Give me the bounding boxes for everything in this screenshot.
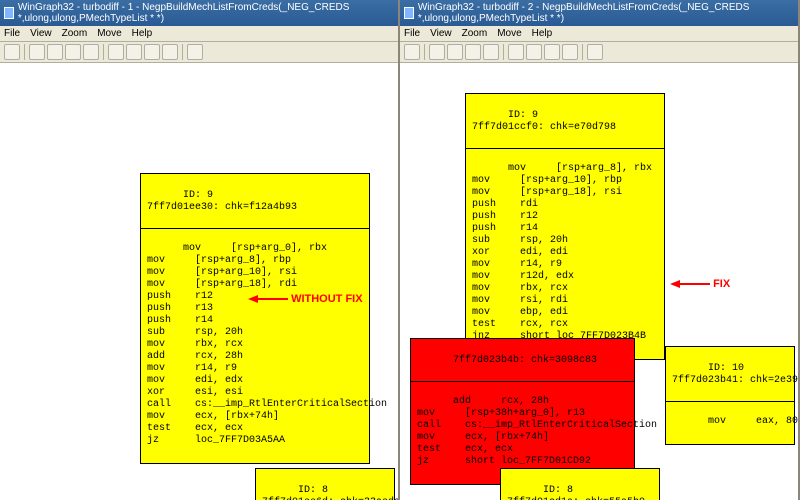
node-header: ID: 10 7ff7d023b41: chk=2e39040	[672, 363, 798, 386]
node-header: ID: 9 7ff7d01ccf0: chk=e70d798	[472, 110, 616, 133]
node-header: ID: 9 7ff7d01ee30: chk=f12a4b93	[147, 190, 297, 213]
annotation-fix: FIX	[670, 278, 730, 290]
tool-fit-icon[interactable]	[465, 44, 481, 60]
tool-print-icon[interactable]	[187, 44, 203, 60]
right-toolbar[interactable]	[400, 42, 798, 63]
arrow-left-icon	[248, 295, 258, 303]
node-id9[interactable]: ID: 9 7ff7d01ccf0: chk=e70d798 mov [rsp+…	[465, 93, 665, 360]
left-canvas[interactable]: ID: 9 7ff7d01ee30: chk=f12a4b93 mov [rsp…	[0, 63, 398, 500]
toolbar-divider	[103, 44, 104, 60]
tool-100-icon[interactable]	[483, 44, 499, 60]
tool-up-icon[interactable]	[544, 44, 560, 60]
tool-zoomin-icon[interactable]	[429, 44, 445, 60]
annot-text: FIX	[713, 278, 730, 290]
app-icon	[404, 7, 414, 19]
tool-zoomin-icon[interactable]	[29, 44, 45, 60]
tool-zoomout-icon[interactable]	[447, 44, 463, 60]
menu-view[interactable]: View	[430, 28, 452, 39]
menu-help[interactable]: Help	[532, 28, 553, 39]
left-menubar[interactable]: File View Zoom Move Help	[0, 26, 398, 42]
menu-file[interactable]: File	[404, 28, 420, 39]
right-pane: WinGraph32 - turbodiff - 2 - NegpBuildMe…	[400, 0, 800, 500]
node-id10[interactable]: ID: 10 7ff7d023b41: chk=2e39040 mov eax,…	[665, 346, 795, 445]
node-id8[interactable]: ID: 8 7ff7d01cd1a: chk=55a5b0 shl ecx, 4…	[500, 468, 660, 500]
menu-move[interactable]: Move	[97, 28, 121, 39]
tool-100-icon[interactable]	[83, 44, 99, 60]
toolbar-divider	[182, 44, 183, 60]
node-body: mov [rsp+arg_0], rbx mov [rsp+arg_8], rb…	[147, 243, 387, 446]
tool-print-icon[interactable]	[587, 44, 603, 60]
left-title: WinGraph32 - turbodiff - 1 - NegpBuildMe…	[18, 2, 394, 24]
toolbar-divider	[503, 44, 504, 60]
node-id8[interactable]: ID: 8 7ff7d01ee6d: chk=33aedac mov rax, …	[255, 468, 395, 500]
node-header: ID: 8 7ff7d01cd1a: chk=55a5b0	[507, 485, 645, 500]
node-header: 7ff7d023b4b: chk=3098c83	[453, 355, 597, 366]
menu-move[interactable]: Move	[497, 28, 521, 39]
menu-file[interactable]: File	[4, 28, 20, 39]
right-canvas[interactable]: ID: 9 7ff7d01ccf0: chk=e70d798 mov [rsp+…	[400, 63, 798, 500]
node-body: mov [rsp+arg_8], rbx mov [rsp+arg_10], r…	[472, 163, 652, 342]
left-titlebar[interactable]: WinGraph32 - turbodiff - 1 - NegpBuildMe…	[0, 0, 398, 26]
toolbar-divider	[24, 44, 25, 60]
menu-help[interactable]: Help	[132, 28, 153, 39]
menu-zoom[interactable]: Zoom	[462, 28, 488, 39]
node-body: add rcx, 28h mov [rsp+38h+arg_0], r13 ca…	[417, 396, 657, 467]
node-id9[interactable]: ID: 9 7ff7d01ee30: chk=f12a4b93 mov [rsp…	[140, 173, 370, 464]
arrow-line	[258, 298, 288, 300]
app-icon	[4, 7, 14, 19]
tool-down-icon[interactable]	[162, 44, 178, 60]
node-header: ID: 8 7ff7d01ee6d: chk=33aedac	[262, 485, 398, 500]
tool-up-icon[interactable]	[144, 44, 160, 60]
tool-right-icon[interactable]	[526, 44, 542, 60]
arrow-left-icon	[670, 280, 680, 288]
tool-fit-icon[interactable]	[65, 44, 81, 60]
annot-text: WITHOUT FIX	[291, 293, 363, 305]
left-toolbar[interactable]	[0, 42, 398, 63]
toolbar-divider	[582, 44, 583, 60]
node-body: mov eax, 8009030Eh	[708, 416, 798, 427]
arrow-line	[680, 283, 710, 285]
left-pane: WinGraph32 - turbodiff - 1 - NegpBuildMe…	[0, 0, 400, 500]
menu-zoom[interactable]: Zoom	[62, 28, 88, 39]
right-title: WinGraph32 - turbodiff - 2 - NegpBuildMe…	[418, 2, 794, 24]
right-titlebar[interactable]: WinGraph32 - turbodiff - 2 - NegpBuildMe…	[400, 0, 798, 26]
annotation-without-fix: WITHOUT FIX	[248, 293, 363, 305]
tool-right-icon[interactable]	[126, 44, 142, 60]
menu-view[interactable]: View	[30, 28, 52, 39]
tool-open-icon[interactable]	[4, 44, 20, 60]
tool-zoomout-icon[interactable]	[47, 44, 63, 60]
toolbar-divider	[424, 44, 425, 60]
tool-open-icon[interactable]	[404, 44, 420, 60]
tool-down-icon[interactable]	[562, 44, 578, 60]
right-menubar[interactable]: File View Zoom Move Help	[400, 26, 798, 42]
tool-left-icon[interactable]	[108, 44, 124, 60]
node-diff-red[interactable]: 7ff7d023b4b: chk=3098c83 add rcx, 28h mo…	[410, 338, 635, 485]
tool-left-icon[interactable]	[508, 44, 524, 60]
